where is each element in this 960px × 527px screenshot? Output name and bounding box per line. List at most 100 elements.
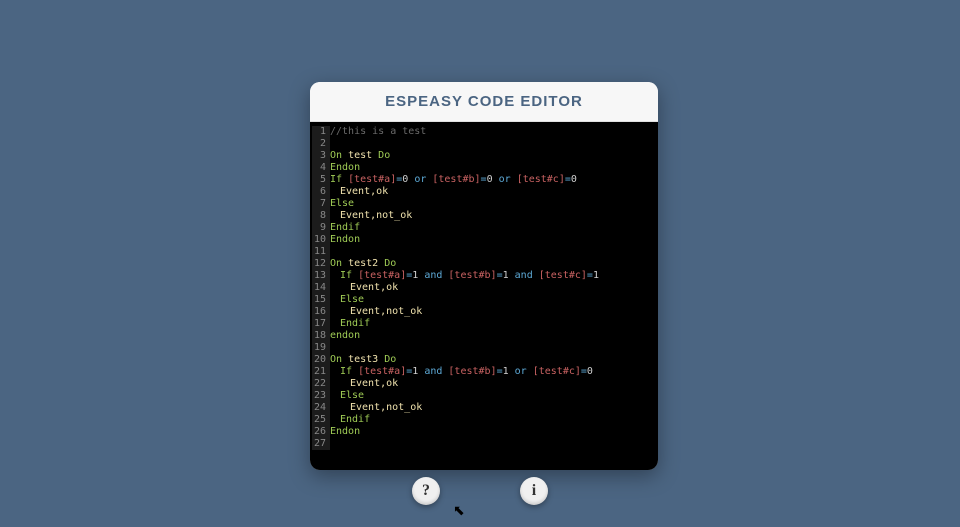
code-line[interactable]: If [test#a]=1 and [test#b]=1 or [test#c]… (330, 366, 652, 378)
code-line[interactable] (330, 138, 652, 150)
code-line[interactable]: Event,not_ok (330, 210, 652, 222)
line-number: 15 (312, 294, 326, 306)
code-token: If (340, 270, 358, 281)
code-token: Event,not_ok (350, 306, 422, 317)
code-line[interactable] (330, 438, 652, 450)
code-line[interactable]: Event,ok (330, 282, 652, 294)
code-token: [test#b] (432, 174, 480, 185)
code-token: Event,ok (350, 282, 398, 293)
code-token: Do (378, 150, 390, 161)
line-number: 21 (312, 366, 326, 378)
editor-card: ESPEASY CODE EDITOR 12345678910111213141… (310, 82, 658, 470)
app-stage: ESPEASY CODE EDITOR 12345678910111213141… (0, 0, 960, 527)
line-number: 26 (312, 426, 326, 438)
line-number: 6 (312, 186, 326, 198)
code-token: and (424, 366, 448, 377)
code-token: [test#b] (448, 366, 496, 377)
code-token: 0 (587, 366, 593, 377)
code-line[interactable]: Event,ok (330, 186, 652, 198)
code-line[interactable]: If [test#a]=0 or [test#b]=0 or [test#c]=… (330, 174, 652, 186)
line-number: 25 (312, 414, 326, 426)
code-token: Event,ok (340, 186, 388, 197)
code-line[interactable]: If [test#a]=1 and [test#b]=1 and [test#c… (330, 270, 652, 282)
code-token: Event,ok (350, 378, 398, 389)
code-line[interactable]: Endon (330, 426, 652, 438)
code-token: On (330, 258, 348, 269)
code-token: test3 (348, 354, 384, 365)
code-token: Endif (340, 414, 370, 425)
line-number: 11 (312, 246, 326, 258)
code-line[interactable]: //this is a test (330, 126, 652, 138)
code-line[interactable]: Event,not_ok (330, 306, 652, 318)
line-number: 3 (312, 150, 326, 162)
line-number: 17 (312, 318, 326, 330)
code-line[interactable]: Endif (330, 318, 652, 330)
code-line[interactable]: endon (330, 330, 652, 342)
code-token: If (340, 366, 358, 377)
line-number: 7 (312, 198, 326, 210)
code-token: 1 (503, 270, 515, 281)
line-number: 23 (312, 390, 326, 402)
code-token: [test#c] (533, 366, 581, 377)
line-number: 19 (312, 342, 326, 354)
code-token: //this is a test (330, 126, 426, 137)
code-line[interactable]: On test Do (330, 150, 652, 162)
line-number: 2 (312, 138, 326, 150)
line-number: 9 (312, 222, 326, 234)
code-token: or (499, 174, 517, 185)
line-number: 10 (312, 234, 326, 246)
code-line[interactable]: On test3 Do (330, 354, 652, 366)
code-token: Endif (330, 222, 360, 233)
line-number: 16 (312, 306, 326, 318)
line-number: 1 (312, 126, 326, 138)
code-token: [test#c] (539, 270, 587, 281)
line-number: 18 (312, 330, 326, 342)
code-token: Else (340, 390, 364, 401)
code-token: On (330, 150, 348, 161)
editor-header: ESPEASY CODE EDITOR (310, 82, 658, 122)
code-line[interactable]: Else (330, 390, 652, 402)
code-line[interactable]: Event,not_ok (330, 402, 652, 414)
code-token: or (515, 366, 533, 377)
line-number: 20 (312, 354, 326, 366)
code-line[interactable] (330, 342, 652, 354)
code-token: On (330, 354, 348, 365)
code-token: 0 (487, 174, 499, 185)
code-token: Else (340, 294, 364, 305)
code-token: Endif (340, 318, 370, 329)
question-mark-icon: ? (422, 483, 430, 499)
code-token: Endon (330, 162, 360, 173)
bottom-button-bar: ? i (0, 477, 960, 507)
code-editor[interactable]: 1234567891011121314151617181920212223242… (310, 122, 658, 470)
code-line[interactable]: Endif (330, 414, 652, 426)
code-token: 1 (412, 270, 424, 281)
code-token: [test#a] (358, 270, 406, 281)
line-number: 8 (312, 210, 326, 222)
code-token: test2 (348, 258, 384, 269)
code-token: 0 (571, 174, 577, 185)
info-button[interactable]: i (520, 477, 548, 505)
code-token: test (348, 150, 378, 161)
code-line[interactable]: Endon (330, 234, 652, 246)
code-line[interactable] (330, 246, 652, 258)
help-button[interactable]: ? (412, 477, 440, 505)
line-number: 14 (312, 282, 326, 294)
code-token: Endon (330, 234, 360, 245)
line-number: 22 (312, 378, 326, 390)
code-token: Endon (330, 426, 360, 437)
code-content[interactable]: //this is a test On test DoEndonIf [test… (330, 126, 652, 450)
code-token: [test#c] (517, 174, 565, 185)
code-line[interactable]: Else (330, 198, 652, 210)
code-token: endon (330, 330, 360, 341)
code-token: [test#b] (448, 270, 496, 281)
code-token: 1 (412, 366, 424, 377)
code-token: 0 (402, 174, 414, 185)
code-line[interactable]: Endon (330, 162, 652, 174)
code-line[interactable]: On test2 Do (330, 258, 652, 270)
code-token: If (330, 174, 348, 185)
info-icon: i (532, 483, 536, 499)
code-line[interactable]: Event,ok (330, 378, 652, 390)
code-line[interactable]: Else (330, 294, 652, 306)
code-line[interactable]: Endif (330, 222, 652, 234)
line-number: 4 (312, 162, 326, 174)
